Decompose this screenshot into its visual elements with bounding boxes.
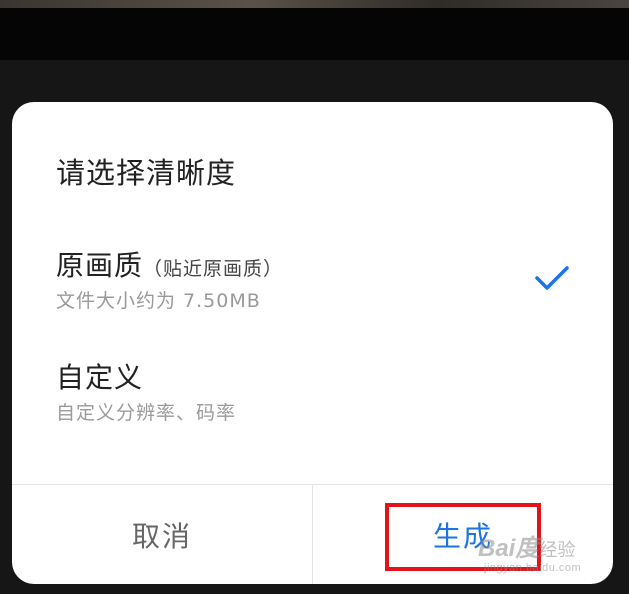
background-band (0, 8, 629, 60)
option-custom[interactable]: 自定义 自定义分辨率、码率 (12, 356, 613, 426)
watermark-url: jingyan.baidu.com (484, 562, 582, 574)
watermark-logo: Bai (478, 535, 516, 562)
option-label: 自定义 (56, 361, 144, 394)
option-note: （贴近原画质） (143, 258, 284, 280)
option-label: 原画质 (56, 249, 144, 282)
cancel-button[interactable]: 取消 (12, 485, 312, 584)
option-sublabel: 自定义分辨率、码率 (56, 402, 237, 424)
checkmark-icon (535, 266, 569, 290)
watermark-text: 经验 (539, 540, 576, 560)
option-label-wrapper: 原画质（贴近原画质） (56, 244, 283, 284)
dialog-title: 请选择清晰度 (56, 156, 237, 190)
option-original-quality[interactable]: 原画质（贴近原画质） 文件大小约为 7.50MB (12, 244, 613, 314)
paw-icon: 度 (515, 535, 540, 562)
watermark: Bai度经验 jingyan.baidu.com (478, 528, 618, 582)
option-sublabel: 文件大小约为 7.50MB (56, 290, 261, 312)
background-photo-strip (0, 0, 629, 8)
